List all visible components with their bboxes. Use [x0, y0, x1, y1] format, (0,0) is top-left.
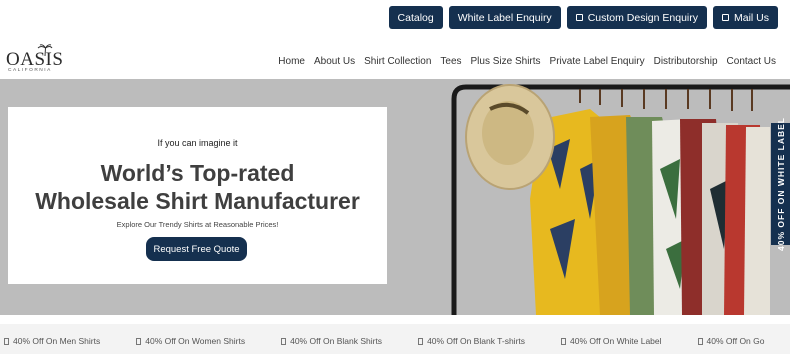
tag-icon [4, 337, 9, 345]
ticker-item-label: 40% Off On Blank T-shirts [427, 336, 526, 346]
palm-tree-icon [37, 44, 53, 56]
ticker-item-label: 40% Off On Men Shirts [13, 336, 101, 346]
ticker-item-label: 40% Off On Go [706, 336, 765, 346]
hero-headline: World’s Top-rated Wholesale Shirt Manufa… [8, 159, 387, 215]
custom-design-enquiry-button[interactable]: Custom Design Enquiry [566, 6, 707, 29]
nav-about-us[interactable]: About Us [314, 56, 355, 67]
nav-private-label-enquiry[interactable]: Private Label Enquiry [550, 56, 645, 67]
top-action-bar: Catalog White Label Enquiry Custom Desig… [388, 6, 778, 29]
ticker-item-label: 40% Off On Women Shirts [145, 336, 246, 346]
white-label-offer-text: 40% OFF ON WHITE LABEL [775, 117, 786, 251]
logo-subtext: CALIFORNIA [8, 68, 52, 73]
offers-ticker-track: 40% Off On Men Shirts 40% Off On Women S… [4, 336, 765, 346]
tag-icon [136, 337, 142, 345]
ticker-item-label: 40% Off On White Label [570, 336, 662, 346]
nav-plus-size-shirts[interactable]: Plus Size Shirts [471, 56, 541, 67]
hero-tagline: If you can imagine it [157, 138, 238, 148]
site-logo[interactable]: OASIS CALIFORNIA [6, 44, 63, 74]
nav-tees[interactable]: Tees [440, 56, 461, 67]
shirt-rack-image [440, 79, 790, 315]
ticker-item[interactable]: 40% Off On Women Shirts [136, 336, 245, 346]
checkbox-icon [575, 14, 583, 21]
nav-shirt-collection[interactable]: Shirt Collection [364, 56, 431, 67]
tag-icon [697, 337, 703, 345]
hero-headline-line1: World’s Top-rated [100, 160, 295, 186]
mail-us-label: Mail Us [733, 11, 769, 24]
ticker-item[interactable]: 40% Off On Blank T-shirts [418, 336, 525, 346]
request-free-quote-button[interactable]: Request Free Quote [146, 237, 247, 261]
mail-us-button[interactable]: Mail Us [712, 6, 778, 29]
main-nav: Home About Us Shirt Collection Tees Plus… [278, 56, 776, 67]
tag-icon [281, 337, 287, 345]
ticker-item[interactable]: 40% Off On Men Shirts [4, 336, 100, 346]
custom-design-enquiry-label: Custom Design Enquiry [587, 11, 698, 24]
mail-icon [721, 14, 729, 21]
tag-icon [561, 337, 567, 345]
nav-contact-us[interactable]: Contact Us [727, 56, 776, 67]
catalog-label: Catalog [397, 11, 434, 24]
white-label-enquiry-button[interactable]: White Label Enquiry [448, 6, 561, 29]
offers-ticker: 40% Off On Men Shirts 40% Off On Women S… [0, 324, 790, 354]
ticker-item[interactable]: 40% Off On Blank Shirts [281, 336, 382, 346]
ticker-item[interactable]: 40% Off On Go [697, 336, 765, 346]
hero-subtext: Explore Our Trendy Shirts at Reasonable … [116, 220, 279, 229]
nav-distributorship[interactable]: Distributorship [654, 56, 718, 67]
hero-headline-line2: Wholesale Shirt Manufacturer [35, 188, 360, 214]
white-label-enquiry-label: White Label Enquiry [457, 11, 552, 24]
tag-icon [418, 337, 424, 345]
catalog-button[interactable]: Catalog [388, 6, 443, 29]
hero-banner: If you can imagine it World’s Top-rated … [0, 79, 790, 315]
ticker-item[interactable]: 40% Off On White Label [561, 336, 662, 346]
nav-home[interactable]: Home [278, 56, 305, 67]
white-label-offer-badge[interactable]: 40% OFF ON WHITE LABEL [771, 117, 790, 251]
hero-card: If you can imagine it World’s Top-rated … [8, 107, 387, 284]
ticker-item-label: 40% Off On Blank Shirts [290, 336, 383, 346]
